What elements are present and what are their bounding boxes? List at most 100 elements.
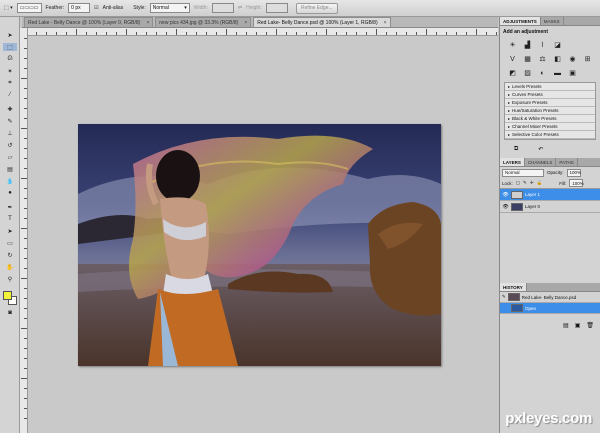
preset-hue-saturation[interactable]: ▸ Hue/Saturation Presets xyxy=(505,107,595,115)
posterize-icon[interactable]: ▨ xyxy=(523,69,532,78)
shape-tool-icon[interactable]: ▭ xyxy=(3,239,17,247)
foreground-color-swatch[interactable] xyxy=(3,291,12,300)
preset-levels[interactable]: ▸ Levels Presets xyxy=(505,83,595,91)
ruler-tick xyxy=(106,32,107,35)
swap-icon[interactable]: ⇄ xyxy=(238,5,242,11)
opacity-input[interactable]: 100% xyxy=(566,168,581,177)
document-image[interactable] xyxy=(78,124,441,366)
photo-filter-icon[interactable]: ◉ xyxy=(568,55,577,64)
antialias-label: Anti-alias xyxy=(102,5,124,11)
preset-black-white[interactable]: ▸ Black & White Presets xyxy=(505,115,595,123)
curves-icon[interactable]: ⌇ xyxy=(538,41,547,50)
color-balance-icon[interactable]: ⚖ xyxy=(538,55,547,64)
tab-new-pics[interactable]: new pics 434.jpg @ 33.3% (RGB/8) × xyxy=(155,17,252,27)
close-icon[interactable]: × xyxy=(384,20,387,26)
ruler-tick xyxy=(316,32,317,35)
blend-mode-select[interactable]: Normal xyxy=(502,168,544,177)
eye-icon[interactable]: 👁 xyxy=(502,204,509,210)
close-icon[interactable]: × xyxy=(146,20,149,26)
quick-mask-icon[interactable]: ◙ xyxy=(3,309,17,317)
new-document-icon[interactable]: ▤ xyxy=(563,322,569,332)
history-brush-tool-icon[interactable]: ↺ xyxy=(3,141,17,149)
threshold-icon[interactable]: ◐ xyxy=(538,69,547,78)
close-icon[interactable]: × xyxy=(244,20,247,26)
pen-tool-icon[interactable]: ✒ xyxy=(3,203,17,211)
triangle-right-icon: ▸ xyxy=(508,124,511,129)
ruler-tick xyxy=(326,29,327,35)
ruler-tick xyxy=(86,32,87,35)
tab-paths[interactable]: PATHS xyxy=(556,158,578,166)
refine-edge-button[interactable]: Refine Edge... xyxy=(295,2,338,14)
history-snapshot[interactable]: ✎ Red Lake- Belly Dance.psd xyxy=(500,292,600,303)
ruler-tick xyxy=(24,208,27,209)
hand-tool-icon[interactable]: ✋ xyxy=(3,263,17,271)
channel-mixer-icon[interactable]: ⊞ xyxy=(583,55,592,64)
brush-tool-icon[interactable]: ✎ xyxy=(3,117,17,125)
preset-curves[interactable]: ▸ Curves Presets xyxy=(505,91,595,99)
tab-channels[interactable]: CHANNELS xyxy=(525,158,557,166)
3d-rotate-tool-icon[interactable]: ↻ xyxy=(3,251,17,259)
clone-stamp-tool-icon[interactable]: ⊥ xyxy=(3,129,17,137)
blur-tool-icon[interactable]: 💧 xyxy=(3,177,17,185)
preset-selective-color[interactable]: ▸ Selective Color Presets xyxy=(505,131,595,139)
lasso-tool-icon[interactable]: ᘏ xyxy=(3,55,17,63)
crop-tool-icon[interactable]: ⌗ xyxy=(3,79,17,87)
ruler-tick xyxy=(216,32,217,35)
trash-icon[interactable]: 🗑 xyxy=(586,322,594,332)
gradient-map-icon[interactable]: ▬ xyxy=(553,69,562,78)
healing-brush-tool-icon[interactable]: ✚ xyxy=(3,105,17,113)
history-item-open[interactable]: Open xyxy=(500,303,600,314)
tab-layers[interactable]: LAYERS xyxy=(500,158,525,166)
invert-icon[interactable]: ◩ xyxy=(508,69,517,78)
history-brush-icon[interactable]: ✎ xyxy=(502,294,506,300)
black-white-icon[interactable]: ◧ xyxy=(553,55,562,64)
move-tool-icon[interactable]: ➤ xyxy=(3,31,17,39)
preset-exposure[interactable]: ▸ Exposure Presets xyxy=(505,99,595,107)
tab-adjustments[interactable]: ADJUSTMENTS xyxy=(500,17,541,25)
selection-mode-buttons[interactable]: ▭▭▭▭ xyxy=(16,3,42,13)
vibrance-icon[interactable]: V xyxy=(508,55,517,64)
new-snapshot-icon[interactable]: ▣ xyxy=(575,322,581,332)
magic-wand-tool-icon[interactable]: ✶ xyxy=(3,67,17,75)
tab-red-lake-layer0[interactable]: Red Lake - Belly Dance @ 100% (Layer 0, … xyxy=(24,17,154,27)
zoom-tool-icon[interactable]: ⚲ xyxy=(3,275,17,283)
tab-red-lake-psd[interactable]: Red Lake- Belly Dance.psd @ 100% (Layer … xyxy=(253,17,391,27)
preset-channel-mixer[interactable]: ▸ Channel Mixer Presets xyxy=(505,123,595,131)
width-input[interactable] xyxy=(211,3,234,13)
layer-row-layer0[interactable]: 👁 Layer 0 xyxy=(500,201,600,213)
layer-row-layer1[interactable]: 👁 Layer 1 xyxy=(500,189,600,201)
gradient-tool-icon[interactable]: ▤ xyxy=(3,165,17,173)
height-input[interactable] xyxy=(265,3,288,13)
ruler-tick xyxy=(21,328,27,329)
style-value: Normal xyxy=(152,5,169,11)
selective-color-icon[interactable]: ▣ xyxy=(568,69,577,78)
lock-all-icon[interactable]: 🔒 xyxy=(537,180,543,186)
antialias-checkbox[interactable]: ☑ xyxy=(94,5,98,11)
feather-input[interactable]: 0 px xyxy=(68,3,91,13)
eyedropper-tool-icon[interactable]: ⁄ xyxy=(3,91,17,99)
return-icon[interactable]: ↶ xyxy=(538,146,543,153)
type-tool-icon[interactable]: T xyxy=(3,215,17,223)
dodge-tool-icon[interactable]: ● xyxy=(3,189,17,197)
ruler-tick xyxy=(46,32,47,35)
hue-saturation-icon[interactable]: ▦ xyxy=(523,55,532,64)
levels-icon[interactable]: ▟ xyxy=(523,41,532,50)
clip-layer-icon[interactable]: ⧉ xyxy=(514,146,518,153)
style-select[interactable]: Normal ▾ xyxy=(149,3,190,13)
marquee-tool-icon[interactable]: ⬚ ▾ xyxy=(4,5,13,11)
exposure-icon[interactable]: ◪ xyxy=(553,41,562,50)
ruler-tick xyxy=(396,32,397,35)
eye-icon[interactable]: 👁 xyxy=(502,192,509,198)
marquee-tool-icon[interactable]: ⬚ xyxy=(3,43,17,51)
path-selection-tool-icon[interactable]: ➤ xyxy=(3,227,17,235)
fill-input[interactable]: 100% xyxy=(569,179,584,187)
brightness-icon[interactable]: ☀ xyxy=(508,41,517,50)
preset-label: Levels Presets xyxy=(512,84,542,89)
ruler-tick xyxy=(436,32,437,35)
lock-transparency-icon[interactable]: ▢ xyxy=(516,180,520,186)
lock-position-icon[interactable]: ✛ xyxy=(530,180,534,186)
lock-paint-icon[interactable]: ✎ xyxy=(523,180,527,186)
tab-masks[interactable]: MASKS xyxy=(541,17,564,25)
eraser-tool-icon[interactable]: ▱ xyxy=(3,153,17,161)
tab-history[interactable]: HISTORY xyxy=(500,283,527,291)
